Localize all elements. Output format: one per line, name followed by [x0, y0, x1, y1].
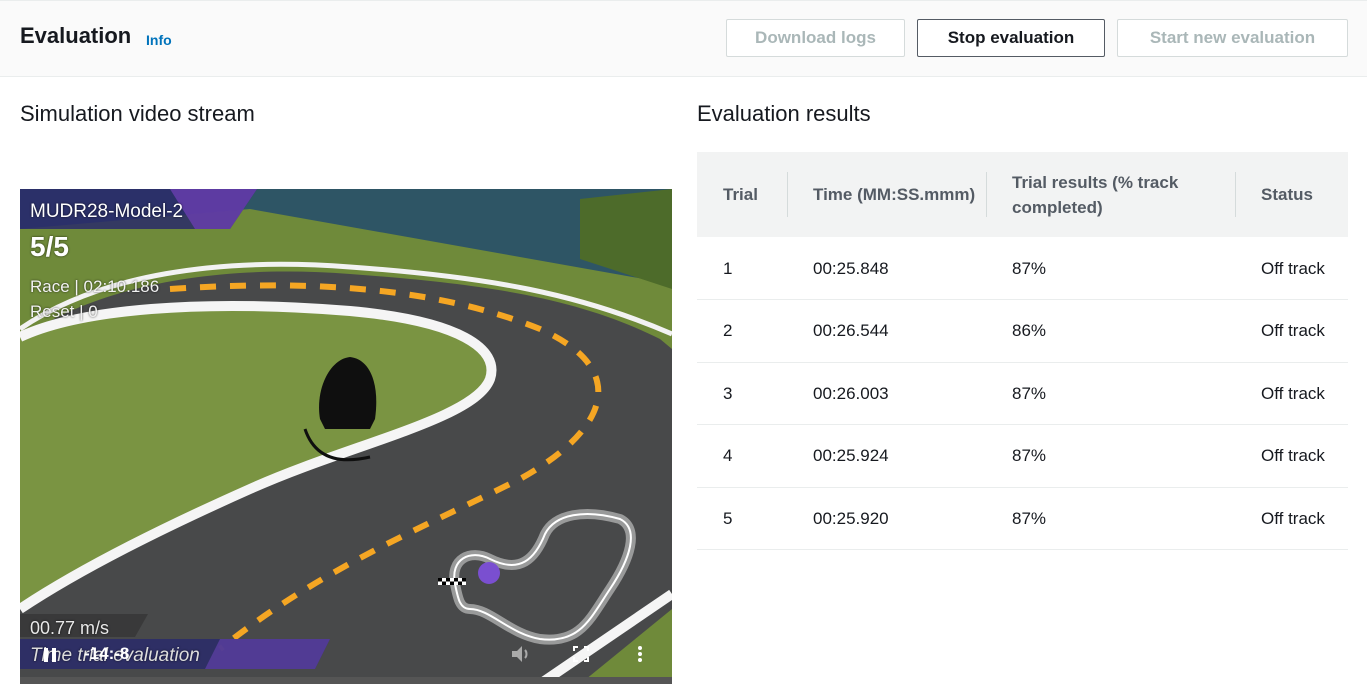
more-vertical-icon[interactable]: [637, 645, 643, 663]
pause-icon[interactable]: [42, 647, 58, 663]
page-title: Evaluation: [20, 23, 132, 48]
trial-cell: 5: [723, 508, 733, 528]
player-time: -14:-8: [84, 644, 130, 663]
time-cell: 00:26.544: [813, 321, 889, 341]
reset-count: Reset | 0: [30, 302, 98, 321]
completed-cell: 87%: [1012, 258, 1047, 278]
model-name: MUDR28-Model-2: [30, 201, 184, 222]
evaluation-results-table: Trial Time (MM:SS.mmm) Trial results (% …: [697, 152, 1348, 550]
table-row: 1 00:25.848 87% Off track: [697, 237, 1348, 300]
completed-cell: 87%: [1012, 446, 1047, 466]
column-header-status: Status: [1235, 152, 1348, 237]
column-header-trial-results: Trial results (% track completed): [986, 152, 1235, 237]
info-link[interactable]: Info: [146, 32, 172, 48]
race-time: Race | 02:10.186: [30, 277, 160, 296]
trial-cell: 1: [723, 258, 733, 278]
table-row: 5 00:25.920 87% Off track: [697, 487, 1348, 550]
table-row: 4 00:25.924 87% Off track: [697, 425, 1348, 487]
trial-cell: 2: [723, 321, 733, 341]
status-cell: Off track: [1261, 258, 1325, 278]
time-cell: 00:25.848: [813, 258, 889, 278]
results-section-title: Evaluation results: [697, 101, 871, 126]
download-logs-button[interactable]: Download logs: [726, 19, 905, 57]
status-cell: Off track: [1261, 321, 1325, 341]
completed-cell: 86%: [1012, 321, 1047, 341]
table-row: 3 00:26.003 87% Off track: [697, 362, 1348, 425]
stop-evaluation-button[interactable]: Stop evaluation: [917, 19, 1105, 57]
status-cell: Off track: [1261, 508, 1325, 528]
page-header: Evaluation Info Download logs Stop evalu…: [0, 0, 1367, 77]
video-section-title: Simulation video stream: [20, 101, 255, 126]
trial-cell: 3: [723, 383, 733, 403]
fullscreen-icon[interactable]: [573, 646, 589, 662]
volume-icon[interactable]: [511, 645, 531, 663]
column-header-time: Time (MM:SS.mmm): [787, 152, 986, 237]
trial-cell: 4: [723, 446, 733, 466]
start-new-evaluation-button[interactable]: Start new evaluation: [1117, 19, 1348, 57]
column-header-trial: Trial: [723, 185, 758, 204]
time-cell: 00:26.003: [813, 383, 889, 403]
table-row: 2 00:26.544 86% Off track: [697, 300, 1348, 362]
table-header-row: Trial Time (MM:SS.mmm) Trial results (% …: [697, 152, 1348, 237]
status-cell: Off track: [1261, 446, 1325, 466]
time-cell: 00:25.924: [813, 446, 889, 466]
completed-cell: 87%: [1012, 383, 1047, 403]
speed-readout: 00.77 m/s: [30, 618, 110, 638]
time-cell: 00:25.920: [813, 508, 889, 528]
completed-cell: 87%: [1012, 508, 1047, 528]
simulation-scene: [20, 189, 672, 684]
simulation-video-player[interactable]: MUDR28-Model-2 5/5 Race | 02:10.186 Rese…: [20, 189, 672, 684]
lap-counter: 5/5: [30, 231, 69, 262]
status-cell: Off track: [1261, 383, 1325, 403]
